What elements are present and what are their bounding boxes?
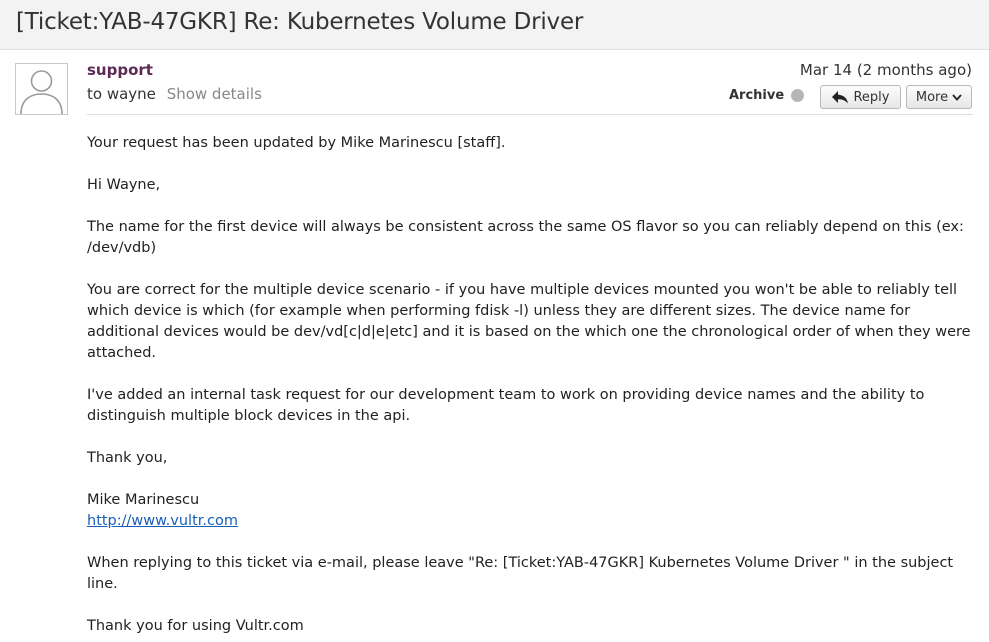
message-date: Mar 14 (2 months ago)	[799, 61, 972, 79]
body-greeting: Hi Wayne,	[87, 177, 161, 193]
header-divider	[87, 114, 973, 115]
reply-button-label: Reply	[853, 89, 890, 105]
more-button-label: More	[915, 89, 949, 105]
body-paragraph-2: You are correct for the multiple device …	[87, 282, 971, 361]
body-thanks: Thank you,	[87, 450, 168, 466]
signature-link[interactable]: http://www.vultr.com	[87, 513, 238, 529]
chevron-down-icon	[952, 93, 962, 101]
body-paragraph-1: The name for the first device will alway…	[87, 219, 964, 256]
default-person-icon	[20, 70, 63, 114]
sender-name[interactable]: support	[87, 61, 153, 79]
body-paragraph-3: I've added an internal task request for …	[87, 387, 925, 424]
signature-name: Mike Marinescu	[87, 492, 200, 508]
subject-bar: [Ticket:YAB-47GKR] Re: Kubernetes Volume…	[0, 0, 989, 50]
reply-note: When replying to this ticket via e-mail,…	[87, 555, 954, 592]
archive-button[interactable]: Archive	[729, 88, 784, 103]
body-closing: Thank you for using Vultr.com	[87, 618, 304, 634]
show-details-link[interactable]: Show details	[167, 85, 262, 103]
recipient: to wayne	[87, 85, 156, 103]
recipient-line: to wayne Show details	[87, 85, 262, 103]
message-body: Your request has been updated by Mike Ma…	[87, 133, 973, 642]
status-dot[interactable]	[791, 89, 804, 102]
reply-arrow-icon	[832, 91, 849, 104]
body-intro: Your request has been updated by Mike Ma…	[87, 135, 506, 151]
sender-avatar	[15, 63, 68, 115]
signature: Mike Marinescu http://www.vultr.com	[87, 490, 973, 532]
more-button[interactable]: More	[906, 85, 972, 109]
message-subject: [Ticket:YAB-47GKR] Re: Kubernetes Volume…	[16, 9, 584, 35]
reply-button[interactable]: Reply	[820, 85, 901, 109]
